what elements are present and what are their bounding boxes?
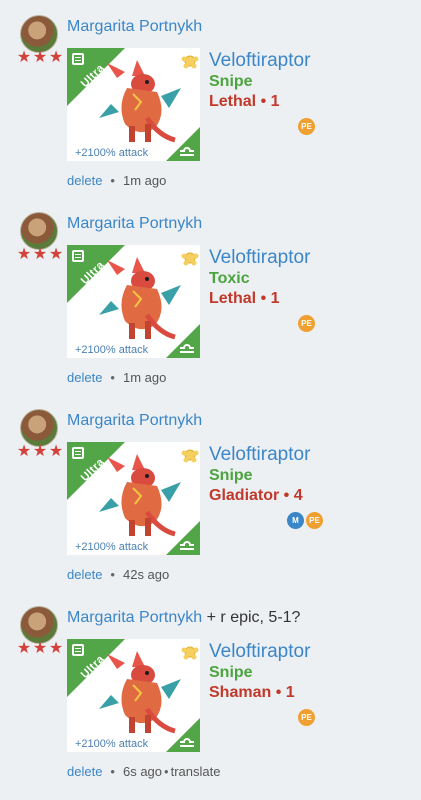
- pe-badge: PE: [306, 512, 323, 529]
- attack-bonus: +2100% attack: [75, 738, 149, 750]
- badge-group: M PE: [287, 512, 323, 529]
- rating-stars: ★ ★ ★: [16, 247, 64, 263]
- star-icon: ★: [48, 246, 64, 263]
- separator: •: [164, 764, 169, 779]
- dragon-role: Gladiator • 4: [209, 487, 303, 504]
- avatar[interactable]: [20, 409, 58, 447]
- timestamp: 6s ago: [122, 764, 163, 779]
- star-icon: ★: [16, 49, 32, 66]
- avatar[interactable]: [20, 15, 58, 53]
- author-line: Margarita Portnykh + r epic, 5-1?: [67, 609, 300, 627]
- comment-actions: delete • 6s ago • translate: [67, 764, 220, 779]
- attack-bonus: +2100% attack: [75, 147, 149, 159]
- attack-bonus: +2100% attack: [75, 541, 149, 553]
- separator: •: [110, 370, 115, 385]
- dragon-role: Lethal • 1: [209, 93, 280, 110]
- author-line: Margarita Portnykh: [67, 18, 202, 36]
- delete-link[interactable]: delete: [67, 567, 102, 582]
- calendar-icon: [72, 447, 84, 459]
- sun-icon: [181, 449, 199, 463]
- translate-link[interactable]: translate: [171, 764, 221, 779]
- separator: •: [110, 567, 115, 582]
- comment-post: ★ ★ ★ Margarita Portnykh + r epic, 5-1? …: [0, 591, 421, 788]
- comment-post: ★ ★ ★ Margarita Portnykh Ultra +2100% at…: [0, 197, 421, 394]
- calendar-icon: [72, 250, 84, 262]
- sun-icon: [181, 55, 199, 69]
- comment-actions: delete • 1m ago: [67, 370, 166, 385]
- libra-icon: [180, 344, 194, 353]
- dragon-name[interactable]: Veloftiraptor: [209, 444, 310, 466]
- badge-group: PE: [298, 315, 315, 332]
- dragon-trait: Toxic: [209, 270, 250, 287]
- attack-bonus: +2100% attack: [75, 344, 149, 356]
- libra-icon: [180, 738, 194, 747]
- badge-group: PE: [298, 709, 315, 726]
- dragon-name[interactable]: Veloftiraptor: [209, 247, 310, 269]
- rating-stars: ★ ★ ★: [16, 641, 64, 657]
- comment-post: ★ ★ ★ Margarita Portnykh Ultra +2100% at…: [0, 0, 421, 197]
- timestamp: 1m ago: [122, 173, 167, 188]
- star-icon: ★: [32, 640, 48, 657]
- dragon-trait: Snipe: [209, 73, 253, 90]
- rating-stars: ★ ★ ★: [16, 50, 64, 66]
- pe-badge: PE: [298, 709, 315, 726]
- pe-badge: PE: [298, 118, 315, 135]
- star-icon: ★: [48, 640, 64, 657]
- author-line: Margarita Portnykh: [67, 412, 202, 430]
- separator: •: [110, 764, 115, 779]
- dragon-trait: Snipe: [209, 664, 253, 681]
- dragon-trait: Snipe: [209, 467, 253, 484]
- calendar-icon: [72, 644, 84, 656]
- star-icon: ★: [16, 246, 32, 263]
- dragon-name[interactable]: Veloftiraptor: [209, 641, 310, 663]
- comment-actions: delete • 42s ago: [67, 567, 169, 582]
- delete-link[interactable]: delete: [67, 173, 102, 188]
- libra-icon: [180, 147, 194, 156]
- calendar-icon: [72, 53, 84, 65]
- comment-actions: delete • 1m ago: [67, 173, 166, 188]
- m-badge: M: [287, 512, 304, 529]
- star-icon: ★: [48, 49, 64, 66]
- author-name[interactable]: Margarita Portnykh: [67, 609, 202, 626]
- separator: •: [110, 173, 115, 188]
- dragon-role: Lethal • 1: [209, 290, 280, 307]
- avatar[interactable]: [20, 606, 58, 644]
- dragon-name[interactable]: Veloftiraptor: [209, 50, 310, 72]
- author-name[interactable]: Margarita Portnykh: [67, 412, 202, 429]
- star-icon: ★: [16, 640, 32, 657]
- author-line: Margarita Portnykh: [67, 215, 202, 233]
- sun-icon: [181, 646, 199, 660]
- star-icon: ★: [32, 49, 48, 66]
- badge-group: PE: [298, 118, 315, 135]
- star-icon: ★: [16, 443, 32, 460]
- delete-link[interactable]: delete: [67, 764, 102, 779]
- author-name[interactable]: Margarita Portnykh: [67, 18, 202, 35]
- star-icon: ★: [32, 443, 48, 460]
- timestamp: 42s ago: [122, 567, 170, 582]
- pe-badge: PE: [298, 315, 315, 332]
- timestamp: 1m ago: [122, 370, 167, 385]
- comment-post: ★ ★ ★ Margarita Portnykh Ultra +2100% at…: [0, 394, 421, 591]
- libra-icon: [180, 541, 194, 550]
- comment-message: + r epic, 5-1?: [206, 609, 301, 626]
- rating-stars: ★ ★ ★: [16, 444, 64, 460]
- comment-feed: ★ ★ ★ Margarita Portnykh Ultra +2100% at…: [0, 0, 421, 800]
- avatar[interactable]: [20, 212, 58, 250]
- delete-link[interactable]: delete: [67, 370, 102, 385]
- dragon-role: Shaman • 1: [209, 684, 295, 701]
- star-icon: ★: [48, 443, 64, 460]
- sun-icon: [181, 252, 199, 266]
- author-name[interactable]: Margarita Portnykh: [67, 215, 202, 232]
- star-icon: ★: [32, 246, 48, 263]
